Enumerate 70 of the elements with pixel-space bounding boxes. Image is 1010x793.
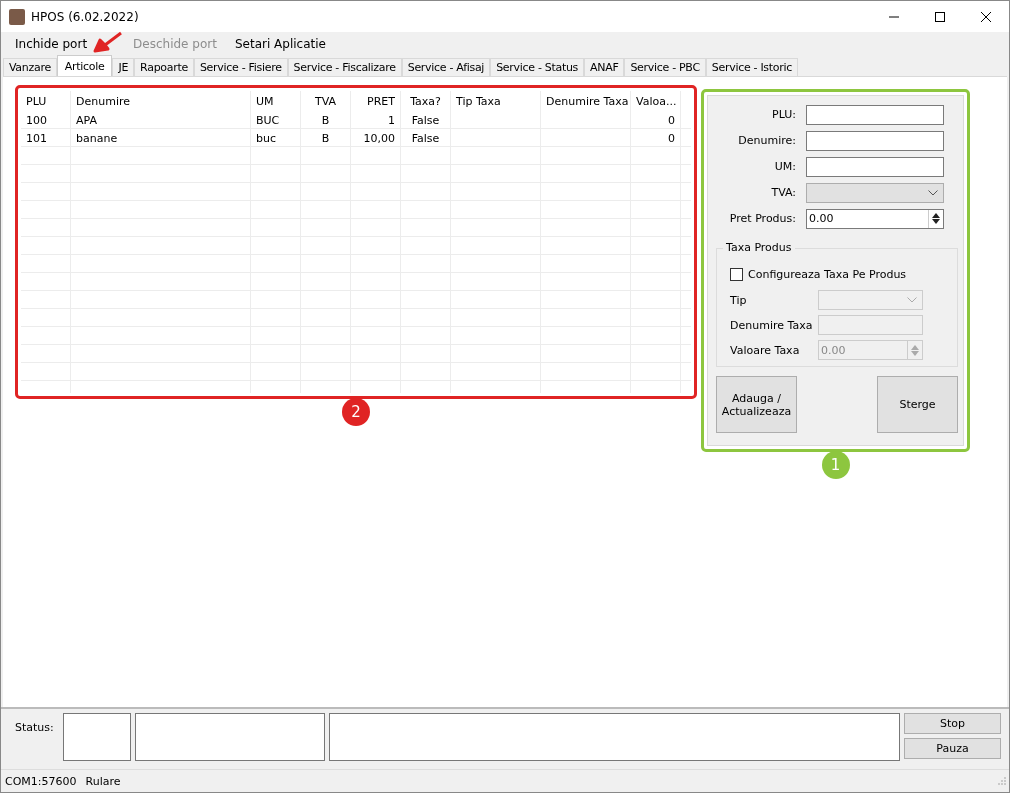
text-field[interactable]	[806, 130, 944, 151]
tab[interactable]: Service - Fiscalizare	[287, 58, 402, 76]
status-box	[62, 713, 131, 761]
tab[interactable]: Vanzare	[3, 58, 57, 76]
tab[interactable]: Rapoarte	[134, 58, 194, 76]
chevron-down-icon	[907, 297, 917, 303]
status-label: Status:	[14, 720, 55, 734]
column-header[interactable]: TVA	[301, 91, 351, 111]
table-cell: B	[301, 129, 351, 146]
table-cell: buc	[251, 129, 301, 146]
table-cell: 0	[631, 111, 681, 128]
checkbox-label: Configureaza Taxa Pe Produs	[748, 267, 907, 281]
text-field[interactable]	[806, 156, 944, 177]
tab[interactable]: Service - Fisiere	[193, 58, 288, 76]
column-header[interactable]: Denumire Taxa	[541, 91, 631, 111]
field-label: PLU:	[771, 108, 797, 121]
close-icon[interactable]	[981, 11, 991, 22]
table-cell: 1	[351, 111, 401, 128]
table-cell: B	[301, 111, 351, 128]
tab[interactable]: JE	[112, 58, 135, 76]
callout-badge: 1	[821, 451, 850, 479]
column-header[interactable]: PLU	[21, 91, 71, 111]
group-title: Taxa Produs	[723, 241, 795, 254]
chevron-down-icon	[928, 189, 938, 196]
field-label: Tip	[730, 293, 748, 307]
column-header[interactable]: PRET	[351, 91, 401, 111]
checkbox[interactable]	[730, 267, 743, 281]
table-cell: 100	[21, 111, 71, 128]
delete-button[interactable]: Sterge	[877, 376, 958, 433]
menu-item[interactable]: Inchide port	[7, 35, 96, 53]
callout-badge: 2	[342, 398, 370, 426]
tab[interactable]: Service - PBC	[624, 58, 706, 76]
column-header[interactable]: Denumire	[71, 91, 251, 111]
spinner-icon[interactable]	[928, 209, 943, 228]
tab[interactable]: Service - Istoric	[705, 58, 798, 76]
maximize-icon[interactable]	[935, 11, 945, 22]
add-update-button[interactable]: Adauga / Actualizeaza	[716, 376, 797, 433]
table-cell: BUC	[251, 111, 301, 128]
app-icon	[9, 8, 25, 25]
tab[interactable]: Service - Afisaj	[401, 58, 491, 76]
tab[interactable]: Service - Status	[490, 58, 584, 76]
table-cell: 10,00	[351, 129, 401, 146]
field-label: TVA:	[770, 186, 797, 199]
column-header[interactable]: Tip Taxa	[451, 91, 541, 111]
resize-grip-icon[interactable]	[998, 777, 1006, 785]
annotation-arrow	[93, 31, 123, 53]
field-label: Denumire Taxa	[730, 318, 814, 332]
window-title: HPOS (6.02.2022)	[31, 9, 139, 24]
text-field[interactable]	[806, 104, 944, 125]
table-cell: 101	[21, 129, 71, 146]
field-label: Denumire:	[737, 134, 797, 147]
table-cell: APA	[71, 111, 251, 128]
column-header[interactable]: Valoa...	[631, 91, 681, 111]
pause-button[interactable]: Pauza	[904, 738, 1001, 759]
field-label: Valoare Taxa	[730, 343, 801, 357]
number-field[interactable]: 0.00	[806, 208, 944, 229]
table-cell: 0	[631, 129, 681, 146]
status-text: COM1:57600	[5, 774, 77, 788]
menu-item[interactable]: Setari Aplicatie	[226, 35, 334, 53]
stop-button[interactable]: Stop	[904, 713, 1001, 734]
table-cell: False	[401, 111, 451, 128]
table-cell: banane	[71, 129, 251, 146]
field-label: UM:	[773, 160, 797, 173]
field-label: Pret Produs:	[728, 212, 797, 225]
status-text: Rulare	[85, 774, 121, 788]
column-header[interactable]: Taxa?	[401, 91, 451, 111]
tab[interactable]: ANAF	[584, 58, 625, 76]
column-header[interactable]: UM	[251, 91, 301, 111]
table-cell: False	[401, 129, 451, 146]
tab[interactable]: Articole	[56, 55, 113, 76]
